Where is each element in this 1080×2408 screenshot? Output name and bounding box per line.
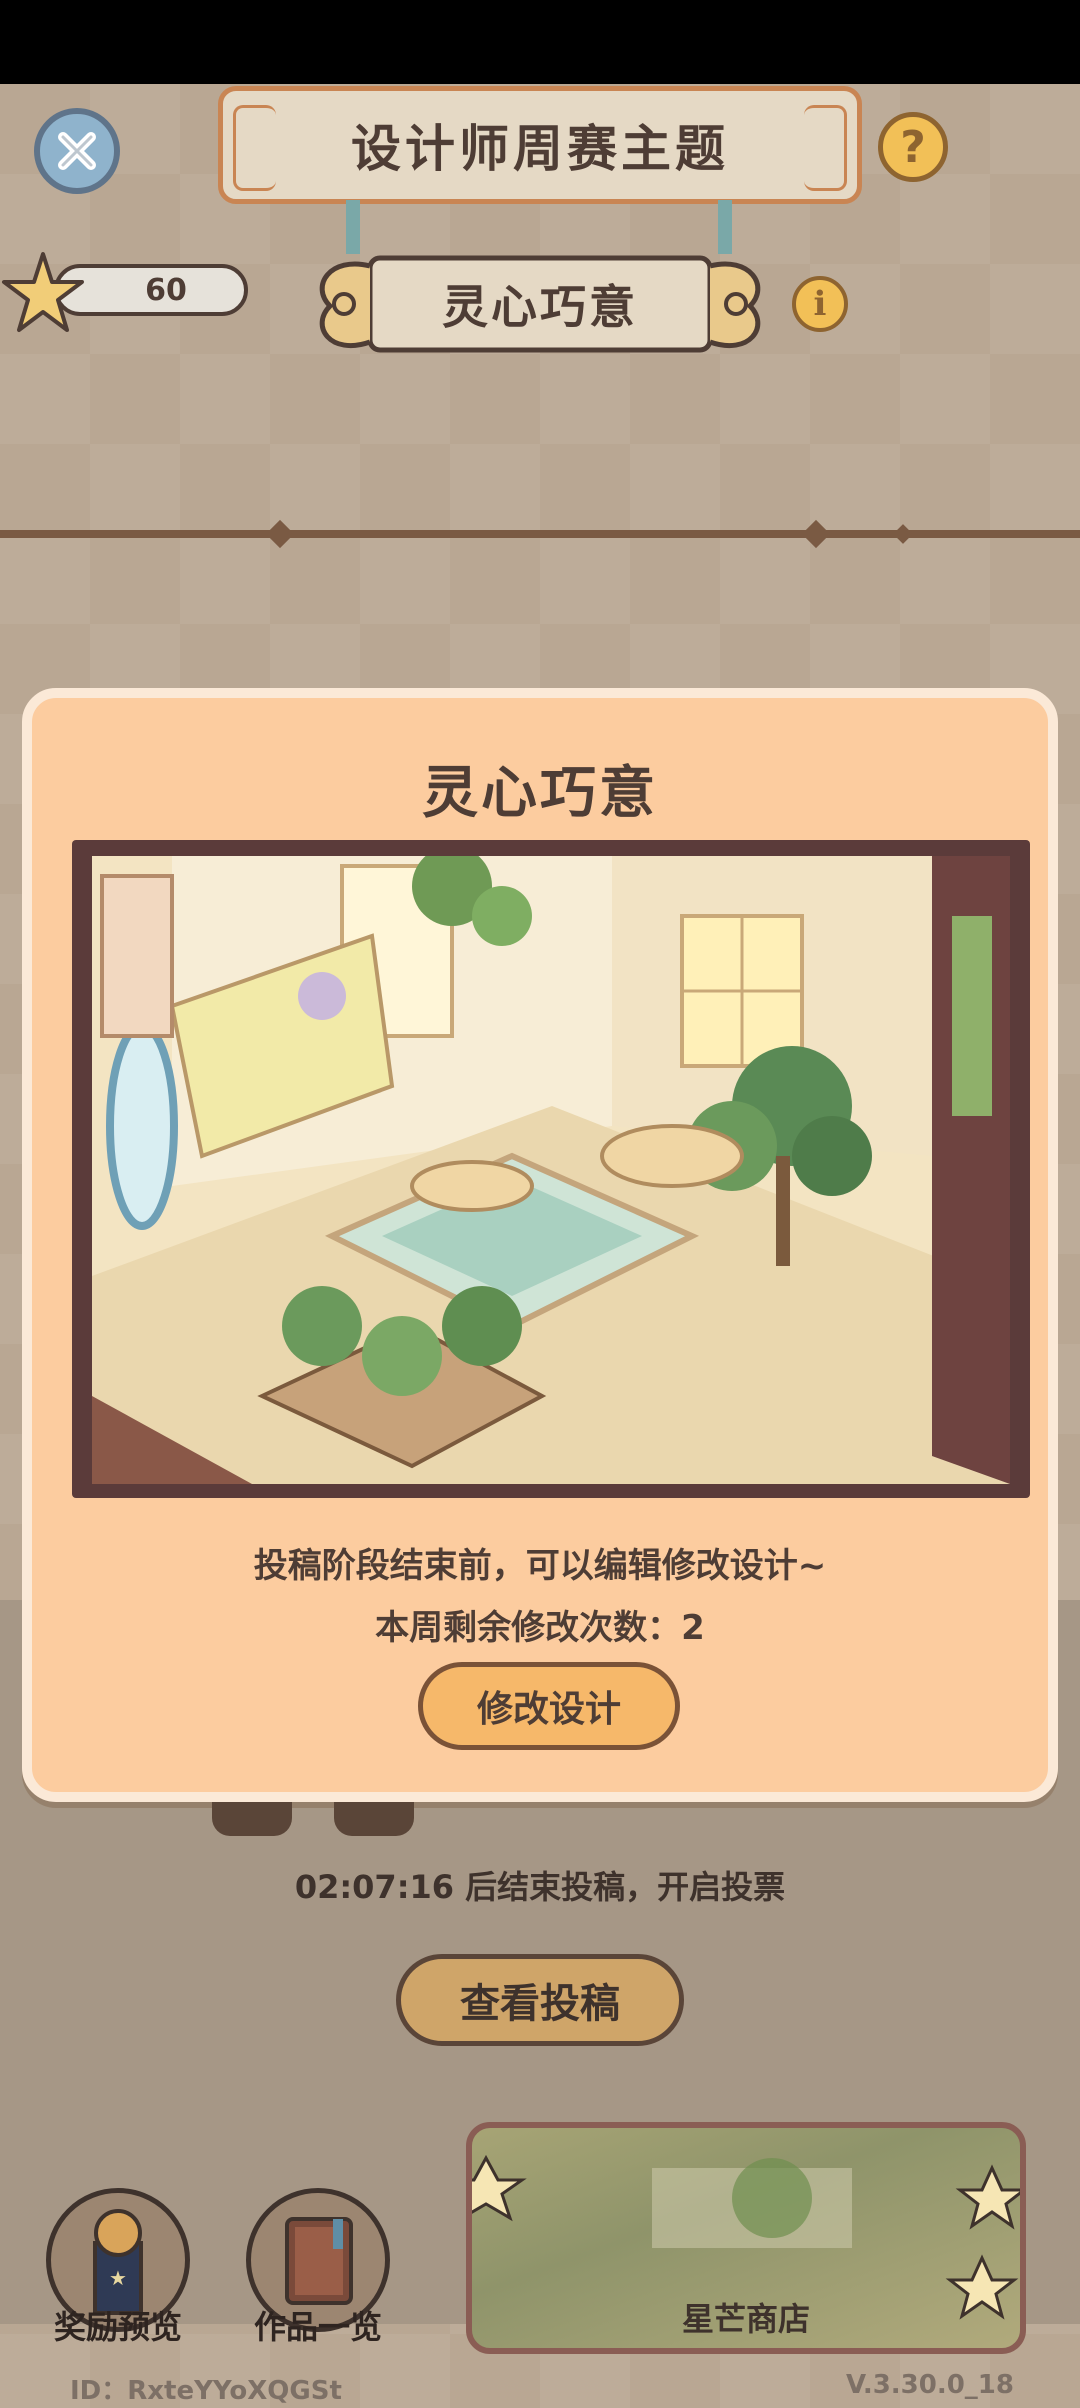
design-modal: 灵心巧意 投稿阶段结束前，可以编辑修改设计~ 本周剩余修改次数：2 修改设计 bbox=[22, 688, 1058, 1802]
modal-title: 灵心巧意 bbox=[422, 761, 658, 826]
room-illustration bbox=[92, 856, 1010, 1484]
svg-text:★: ★ bbox=[109, 2266, 127, 2290]
status-bar bbox=[0, 0, 1080, 84]
info-button[interactable]: i bbox=[792, 276, 848, 332]
works-overview-label: 作品一览 bbox=[253, 2308, 382, 2346]
help-button[interactable]: ? bbox=[878, 112, 948, 182]
info-icon: i bbox=[813, 284, 827, 324]
page-title: 设计师周赛主题 bbox=[218, 86, 862, 204]
edit-note: 投稿阶段结束前，可以编辑修改设计~ bbox=[253, 1546, 827, 1586]
version-label: V.3.30.0_18 bbox=[846, 2370, 1014, 2400]
design-preview-image bbox=[92, 856, 1010, 1484]
modify-design-button[interactable]: 修改设计 bbox=[418, 1662, 680, 1750]
design-preview-frame bbox=[72, 840, 1030, 1498]
remaining-edits: 本周剩余修改次数：2 bbox=[375, 1608, 705, 1648]
reward-preview-label: 奖励预览 bbox=[53, 2308, 182, 2346]
decor-rail bbox=[0, 530, 1080, 538]
close-button[interactable] bbox=[34, 108, 120, 194]
star-shop-card[interactable]: 星芒商店 bbox=[466, 2122, 1026, 2354]
character-foot bbox=[334, 1802, 414, 1836]
player-id: ID：RxteYYoXQGSt bbox=[70, 2376, 342, 2406]
submission-countdown: 02:07:16 后结束投稿，开启投票 bbox=[294, 1868, 786, 1906]
character-foot bbox=[212, 1802, 292, 1836]
theme-name: 灵心巧意 bbox=[442, 280, 638, 334]
star-icon bbox=[2, 252, 84, 332]
close-icon bbox=[58, 132, 96, 170]
page-title-text: 设计师周赛主题 bbox=[351, 120, 729, 178]
star-count: 60 bbox=[145, 272, 187, 308]
view-submissions-button[interactable]: 查看投稿 bbox=[396, 1954, 684, 2046]
star-shop-label: 星芒商店 bbox=[681, 2300, 810, 2338]
theme-plaque: 灵心巧意 bbox=[300, 246, 780, 362]
help-icon: ? bbox=[900, 121, 926, 173]
